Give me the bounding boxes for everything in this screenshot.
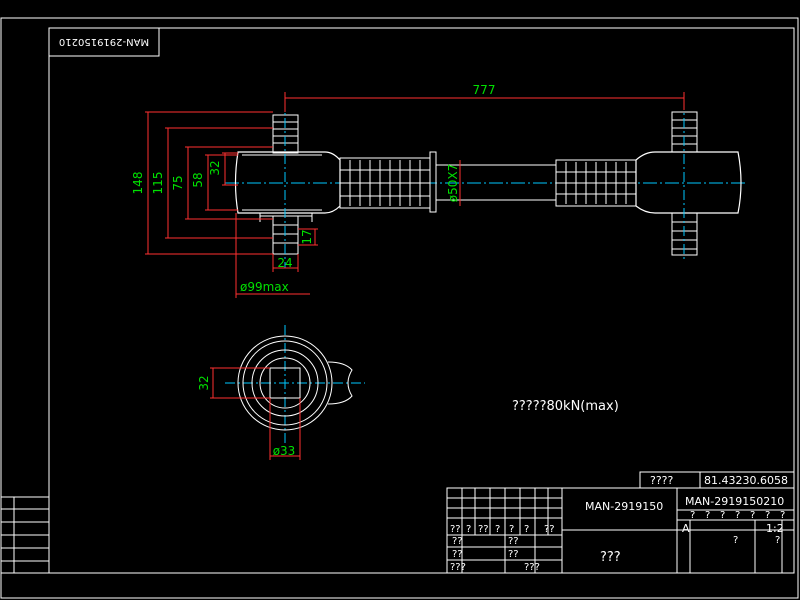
tb-name: ??? [600, 550, 621, 565]
tb-q-s3: ? [720, 510, 725, 521]
dimension-lines [145, 92, 685, 298]
stamp-text: MAN-2919150210 [59, 36, 149, 47]
tb-q-r1: ?? [452, 536, 463, 547]
dim-148: 148 [131, 172, 145, 195]
right-bellows [555, 159, 637, 207]
drawing-frame [48, 27, 795, 574]
tb-q-s2: ? [705, 510, 710, 521]
tb-q-h7: ?? [544, 524, 555, 535]
dim-end-32: 32 [197, 375, 211, 390]
tb-q-s6: ? [765, 510, 770, 521]
tb-code: 81.43230.6058 [704, 474, 788, 487]
engineering-drawing: MAN-2919150210 777 148 115 75 58 32 17 2… [0, 17, 799, 599]
tb-label-left: ???? [650, 474, 674, 487]
dim-58: 58 [191, 172, 205, 187]
dim-dia99: ø99max [240, 280, 289, 294]
margin-table [0, 496, 50, 574]
left-bellows [339, 157, 431, 209]
tb-sheet-mark: A [682, 522, 690, 535]
tb-q-h4: ? [495, 524, 500, 535]
dim-length: 777 [473, 83, 496, 97]
tb-q-r3: ??? [450, 562, 466, 573]
tb-q-b1: ??? [524, 562, 540, 573]
load-note: ?????80kN(max) [512, 399, 619, 414]
dim-17: 17 [300, 229, 314, 244]
tb-part2: MAN-2919150210 [685, 495, 784, 508]
tb-q-m1: ?? [508, 536, 519, 547]
tb-part: MAN-2919150 [585, 500, 663, 513]
tb-q-r2: ?? [452, 549, 463, 560]
dim-75: 75 [171, 175, 185, 190]
tb-q-t1: ? [733, 535, 738, 546]
tb-q-s5: ? [750, 510, 755, 521]
dim-bar: ø50X7 [446, 164, 460, 202]
dim-32: 32 [208, 160, 222, 175]
tb-q-h5: ? [509, 524, 514, 535]
tb-q-t2: ? [775, 535, 780, 546]
tb-q-s7: ? [780, 510, 785, 521]
dimension-texts: 777 148 115 75 58 32 17 24 ø99max ø50X7 [131, 83, 495, 294]
title-block-texts: ???? 81.43230.6058 MAN-2919150 MAN-29191… [450, 474, 788, 573]
tb-q-h3: ?? [478, 524, 489, 535]
eye-end-view: 32 ø33 [197, 325, 365, 460]
dim-24: 24 [277, 256, 292, 270]
tb-q-s1: ? [690, 510, 695, 521]
tube-clamp [429, 151, 437, 213]
sheet-border [0, 17, 799, 599]
tb-q-h1: ?? [450, 524, 461, 535]
dim-end-dia33: ø33 [273, 444, 296, 458]
tb-q-h2: ? [466, 524, 471, 535]
tb-q-h6: ? [524, 524, 529, 535]
tb-q-s4: ? [735, 510, 740, 521]
tb-scale: 1:2 [766, 522, 784, 535]
tb-q-m2: ?? [508, 549, 519, 560]
dim-115: 115 [151, 172, 165, 195]
